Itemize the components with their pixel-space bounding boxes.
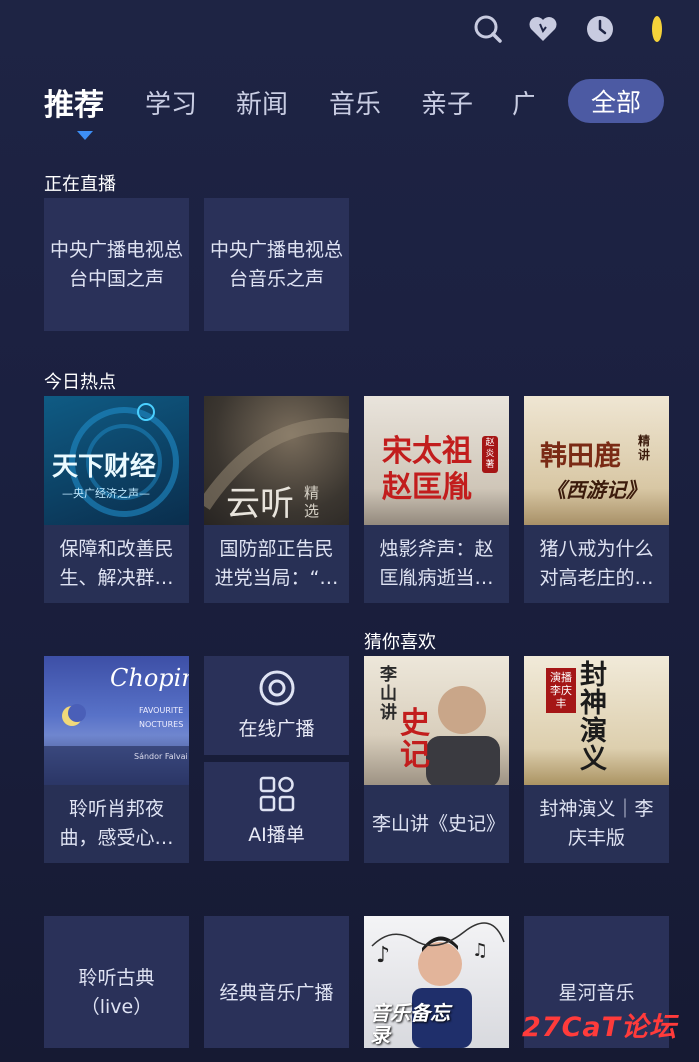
hot-card[interactable]: 云听 精选 国防部正告民进党当局：“以武谋独”是死路一条 bbox=[204, 396, 349, 603]
cover-title: 音乐备忘录 bbox=[370, 1001, 450, 1047]
svg-text:♫: ♫ bbox=[472, 940, 488, 961]
cover-image: 封神演义 演播 李庆丰 bbox=[524, 656, 669, 788]
music-memo-card[interactable]: ♪ ♫ 音乐备忘录 bbox=[364, 916, 509, 1048]
cover-badge: 精讲 bbox=[638, 434, 651, 462]
live-card-music-voice[interactable]: 中央广播电视总台音乐之声 bbox=[204, 198, 349, 331]
tab-music[interactable]: 音乐 bbox=[329, 84, 381, 121]
cover-image: Chopin FAVOURITE NOCTURES Sándor Falvai bbox=[44, 656, 189, 788]
online-radio-label: 在线广播 bbox=[238, 718, 315, 740]
cover-subtitle-2: NOCTURES bbox=[139, 720, 184, 729]
cover-badge: 赵炎著 bbox=[482, 436, 498, 473]
live-section-title: 正在直播 bbox=[44, 174, 116, 195]
active-tab-indicator bbox=[77, 131, 93, 140]
tab-study[interactable]: 学习 bbox=[145, 84, 197, 121]
hot-card-caption: 烛影斧声：赵匡胤病逝当夜之谜 bbox=[379, 538, 494, 589]
tab-recommend[interactable]: 推荐 bbox=[44, 80, 104, 124]
hot-card[interactable]: 宋太祖 赵匡胤 赵炎著 烛影斧声：赵匡胤病逝当夜之谜 bbox=[364, 396, 509, 603]
cover-image: 韩田鹿 精讲 《西游记》 bbox=[524, 396, 669, 528]
live-card-china-voice[interactable]: 中央广播电视总台中国之声 bbox=[44, 198, 189, 331]
cover-image: ♪ ♫ 音乐备忘录 bbox=[364, 916, 509, 1048]
grid-apps-icon bbox=[259, 776, 294, 812]
hot-card-caption: 猪八戒为什么对高老庄的媳妇念念不忘 bbox=[539, 538, 654, 589]
guess-card[interactable]: 封神演义 演播 李庆丰 封神演义｜李庆丰版 bbox=[524, 656, 669, 863]
card-label: 聆听古典（live） bbox=[78, 967, 155, 1018]
cover-title: 封神演义 bbox=[580, 660, 607, 775]
hot-card[interactable]: 韩田鹿 精讲 《西游记》 猪八戒为什么对高老庄的媳妇念念不忘 bbox=[524, 396, 669, 603]
card-label: 经典音乐广播 bbox=[219, 981, 334, 1004]
tab-parenting[interactable]: 亲子 bbox=[421, 84, 473, 121]
history-icon[interactable] bbox=[583, 12, 617, 46]
online-radio-button[interactable]: 在线广播 bbox=[204, 656, 349, 755]
heart-icon[interactable] bbox=[526, 12, 560, 46]
cover-title-2: 《西游记》 bbox=[546, 478, 646, 502]
cover-subtitle: FAVOURITE bbox=[139, 706, 184, 715]
cover-title: 云听 bbox=[226, 484, 294, 524]
avatar[interactable] bbox=[640, 12, 674, 46]
guess-card-caption: 李山讲《史记》 bbox=[372, 812, 501, 835]
chopin-card-caption: 聆听肖邦夜曲，感受心灵的宁静 bbox=[59, 798, 174, 849]
ai-playlist-button[interactable]: AI播单 bbox=[204, 762, 349, 861]
cover-title: 天下财经 bbox=[52, 452, 157, 482]
live-card-label: 中央广播电视总台中国之声 bbox=[49, 238, 183, 290]
hot-card[interactable]: 天下财经 —央广经济之声— 保障和改善民生、解决群众急难愁盼问题 bbox=[44, 396, 189, 603]
cover-title: 韩田鹿 bbox=[540, 441, 621, 472]
radio-icon bbox=[259, 670, 294, 706]
classical-live-card[interactable]: 聆听古典（live） bbox=[44, 916, 189, 1048]
cover-title-2: 史记 bbox=[400, 706, 430, 773]
card-label: 星河音乐 bbox=[558, 981, 635, 1004]
tab-all-button[interactable]: 全部 bbox=[568, 79, 664, 123]
cover-image: 天下财经 —央广经济之声— bbox=[44, 396, 189, 528]
chopin-card[interactable]: Chopin FAVOURITE NOCTURES Sándor Falvai … bbox=[44, 656, 189, 863]
cover-title: 李山讲 bbox=[380, 665, 397, 723]
cover-title: Chopin bbox=[110, 664, 189, 692]
cover-subtitle: —央广经济之声— bbox=[62, 487, 150, 500]
cover-image: 宋太祖 赵匡胤 赵炎著 bbox=[364, 396, 509, 528]
cover-badge: 演播 李庆丰 bbox=[546, 668, 576, 713]
hot-card-caption: 国防部正告民进党当局：“以武谋独”是死路一条 bbox=[214, 538, 339, 589]
tab-news[interactable]: 新闻 bbox=[236, 84, 288, 121]
live-card-label: 中央广播电视总台音乐之声 bbox=[209, 238, 343, 290]
cover-author: Sándor Falvai bbox=[134, 752, 188, 761]
cover-image: 李山讲 史记 bbox=[364, 656, 509, 788]
classic-music-radio-card[interactable]: 经典音乐广播 bbox=[204, 916, 349, 1048]
search-icon[interactable] bbox=[471, 12, 505, 46]
ai-playlist-label: AI播单 bbox=[248, 824, 305, 846]
cover-title-2: 赵匡胤 bbox=[382, 470, 472, 505]
watermark: 27CaT论坛 bbox=[522, 1012, 678, 1043]
hot-card-caption: 保障和改善民生、解决群众急难愁盼问题 bbox=[59, 538, 174, 589]
cover-subtitle: 精选 bbox=[304, 484, 320, 520]
guess-card-caption: 封神演义｜李庆丰版 bbox=[539, 798, 654, 849]
hot-section-title: 今日热点 bbox=[44, 372, 116, 393]
cover-image: 云听 精选 bbox=[204, 396, 349, 528]
guess-section-title: 猜你喜欢 bbox=[364, 632, 436, 653]
svg-text:♪: ♪ bbox=[376, 943, 390, 968]
guess-card[interactable]: 李山讲 史记 李山讲《史记》 bbox=[364, 656, 509, 863]
tab-broadcast[interactable]: 广 bbox=[512, 84, 534, 121]
